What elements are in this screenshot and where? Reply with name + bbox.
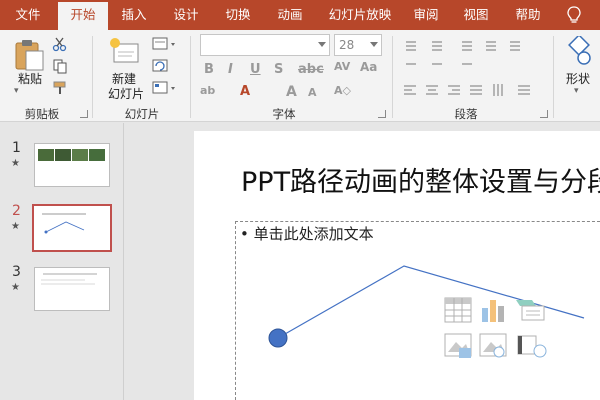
tab-design[interactable]: 设计 (164, 0, 208, 30)
tab-review[interactable]: 审阅 (406, 0, 446, 30)
lightbulb-icon[interactable] (566, 6, 582, 24)
shapes-label[interactable]: 形状 (562, 70, 594, 87)
ribbon-tab-bar: 文件 开始 插入 设计 切换 动画 幻灯片放映 审阅 视图 帮助 (0, 0, 600, 30)
font-launcher-icon[interactable] (378, 110, 386, 118)
thumbnail-number: 2 (12, 203, 21, 219)
highlight-icon[interactable]: ab (200, 84, 215, 97)
insert-table-icon (444, 297, 472, 323)
shapes-dropdown-icon[interactable]: ▾ (574, 86, 579, 96)
font-name-input[interactable] (200, 34, 330, 56)
slide-title[interactable]: PPT路径动画的整体设置与分段 (241, 160, 600, 199)
tab-home[interactable]: 开始 (58, 2, 108, 30)
slides-group-label: 幻灯片 (124, 107, 160, 121)
bold-icon[interactable]: B (204, 62, 214, 77)
new-slide-label-2[interactable]: 幻灯片 (98, 85, 154, 102)
clear-format-icon[interactable]: A◇ (334, 84, 351, 97)
tab-help[interactable]: 帮助 (506, 0, 550, 30)
paste-dropdown-icon[interactable]: ▾ (14, 86, 19, 96)
copy-icon[interactable] (52, 58, 68, 74)
grow-font-icon[interactable]: A (286, 84, 297, 100)
tab-slideshow[interactable]: 幻灯片放映 (322, 0, 398, 30)
insert-online-picture-icon (479, 333, 507, 358)
paragraph-group-label: 段落 (454, 107, 478, 121)
animation-star-icon: ★ (11, 221, 20, 232)
clipboard-group-label: 剪贴板 (24, 107, 60, 121)
insert-picture-icon (444, 333, 472, 358)
shapes-icon[interactable] (564, 36, 594, 66)
font-color-icon[interactable]: A (240, 84, 250, 99)
slide-thumbnail-1[interactable] (34, 143, 110, 187)
insert-smartart-icon (516, 300, 545, 321)
reset-icon[interactable] (152, 58, 178, 74)
layout-icon[interactable] (152, 36, 178, 52)
thumbnail-number: 1 (12, 140, 21, 156)
paragraph-launcher-icon[interactable] (540, 110, 548, 118)
italic-icon[interactable]: I (228, 62, 233, 77)
section-icon[interactable] (152, 80, 178, 96)
paragraph-icons[interactable] (400, 36, 550, 102)
divider (392, 36, 393, 118)
slide-thumbnail-2[interactable] (32, 204, 112, 252)
underline-icon[interactable]: U (250, 62, 261, 77)
font-size-input[interactable]: 28 (334, 34, 382, 56)
animation-star-icon: ★ (11, 282, 20, 293)
insert-chart-icon (482, 300, 504, 322)
change-case-icon[interactable]: Aa (360, 60, 377, 74)
scissors-icon[interactable] (52, 36, 68, 52)
paste-label[interactable]: 粘贴 (14, 70, 46, 87)
thumbnail-preview (42, 213, 86, 234)
thumbnail-preview (41, 273, 97, 285)
shrink-font-icon[interactable]: A (308, 86, 317, 99)
new-slide-icon[interactable] (108, 36, 140, 66)
font-size-dropdown-icon[interactable] (370, 42, 378, 47)
tab-view[interactable]: 视图 (456, 0, 496, 30)
shadow-icon[interactable]: S (274, 62, 283, 77)
font-group-label: 字体 (272, 107, 296, 121)
format-painter-icon[interactable] (52, 80, 68, 96)
divider (553, 36, 554, 118)
content-placeholder-text[interactable]: • 单击此处添加文本 (240, 223, 374, 244)
tab-file[interactable]: 文件 (4, 0, 52, 30)
thumbnail-image-strip (38, 149, 105, 161)
insert-video-icon (517, 335, 547, 358)
animation-star-icon: ★ (11, 158, 20, 169)
tab-insert[interactable]: 插入 (112, 0, 156, 30)
clipboard-launcher-icon[interactable] (80, 110, 88, 118)
insert-content-icons[interactable] (442, 296, 552, 366)
slide-thumbnail-3[interactable] (34, 267, 110, 311)
paste-icon[interactable] (12, 38, 46, 72)
font-size-value: 28 (339, 38, 355, 52)
divider (190, 36, 191, 118)
tab-transitions[interactable]: 切换 (216, 0, 260, 30)
char-spacing-icon[interactable]: AV (334, 60, 350, 73)
ribbon: 粘贴 ▾ 剪贴板 新建 幻灯片 幻灯片 28 B I U S abc AV Aa… (0, 30, 600, 122)
thumbnail-number: 3 (12, 264, 21, 280)
tab-animations[interactable]: 动画 (268, 0, 312, 30)
strikethrough-icon[interactable]: abc (298, 62, 324, 77)
font-name-dropdown-icon[interactable] (318, 42, 326, 47)
divider (92, 36, 93, 118)
